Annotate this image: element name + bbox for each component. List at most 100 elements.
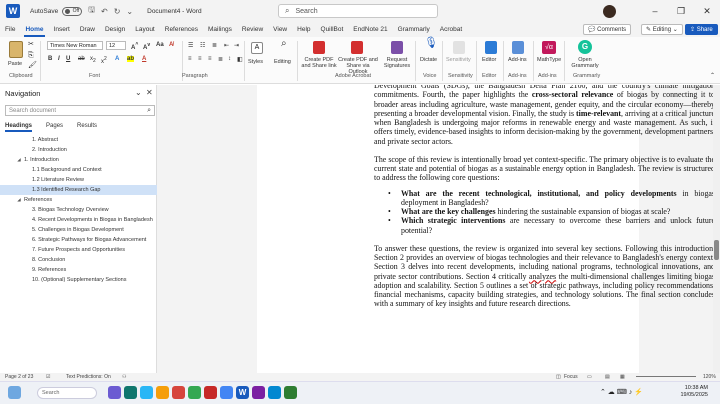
tab-draw[interactable]: Draw — [75, 22, 100, 37]
maximize-button[interactable]: ❐ — [668, 6, 694, 17]
paste-icon[interactable] — [9, 41, 23, 58]
close-button[interactable]: ✕ — [694, 6, 720, 17]
multilevel-list-icon[interactable]: ≣ — [212, 42, 217, 49]
nav-heading-item[interactable]: 2. Introduction — [0, 145, 157, 155]
clear-formatting-icon[interactable]: A̸ — [169, 42, 173, 48]
nav-heading-item[interactable]: ◢ 1. Introduction — [0, 155, 157, 165]
page-count[interactable]: Page 2 of 23 — [5, 374, 33, 380]
pdf-share-icon[interactable] — [313, 41, 325, 54]
focus-label[interactable]: Focus — [564, 374, 578, 380]
grammarly-icon[interactable]: G — [578, 40, 592, 54]
change-case-icon[interactable]: Aa — [156, 42, 164, 48]
highlight-icon[interactable]: ab — [127, 56, 135, 62]
numbering-icon[interactable]: ☷ — [200, 42, 205, 49]
document-body[interactable]: Development Goals (SDGs), the Bangladesh… — [374, 85, 713, 309]
zoom-level[interactable]: 120% — [703, 374, 716, 380]
nav-heading-item[interactable]: 1.2 Literature Review — [0, 175, 157, 185]
format-painter-icon[interactable]: 🖌 — [28, 62, 37, 69]
nav-heading-item[interactable]: 1.1 Background and Context — [0, 165, 157, 175]
styles-icon[interactable]: A — [251, 42, 263, 54]
autosave-toggle[interactable]: Off — [62, 6, 83, 16]
nav-options-icon[interactable]: ⌄ — [135, 88, 142, 97]
tab-file[interactable]: File — [0, 22, 20, 37]
editor-icon[interactable] — [485, 41, 497, 54]
underline-icon[interactable]: U — [66, 56, 70, 62]
paragraph-structure[interactable]: To answer these questions, the review is… — [374, 244, 713, 309]
line-spacing-icon[interactable]: ↕ — [228, 56, 231, 62]
cut-icon[interactable]: ✂ — [28, 41, 34, 48]
tab-mailings[interactable]: Mailings — [203, 22, 237, 37]
save-icon[interactable]: 🖫 — [88, 4, 95, 18]
share-button[interactable]: ⇪ Share — [685, 24, 718, 35]
search-box[interactable]: ⌕ Search — [278, 4, 438, 18]
tab-endnote[interactable]: EndNote 21 — [348, 22, 392, 37]
grow-font-icon[interactable]: A^ — [131, 42, 138, 51]
nav-tab-results[interactable]: Results — [77, 123, 97, 132]
font-name-select[interactable]: Times New Roman — [47, 41, 103, 50]
chrome-profile-icon[interactable] — [220, 386, 233, 399]
task-view-icon[interactable] — [108, 386, 121, 399]
file-explorer-icon[interactable] — [156, 386, 169, 399]
comments-button[interactable]: 💬 Comments — [583, 24, 632, 35]
print-layout-icon[interactable]: ▤ — [605, 374, 610, 380]
copy-icon[interactable]: ⎘ — [28, 52, 34, 59]
bold-icon[interactable]: B — [48, 56, 52, 62]
clock[interactable]: 10:38 AM 19/05/2025 — [680, 385, 708, 399]
collapse-triangle-icon[interactable]: ◢ — [16, 197, 22, 203]
photos-icon[interactable] — [140, 386, 153, 399]
request-signatures-icon[interactable] — [391, 41, 403, 54]
proofing-icon[interactable]: ☑ — [46, 374, 50, 380]
web-layout-icon[interactable]: ▦ — [620, 374, 625, 380]
editing-icon[interactable]: ⌕ — [281, 39, 287, 49]
font-color-icon[interactable]: A — [142, 56, 146, 62]
nav-heading-item[interactable]: 7. Future Prospects and Opportunities — [0, 245, 157, 255]
decrease-indent-icon[interactable]: ⇤ — [224, 42, 229, 49]
redo-icon[interactable]: ↻ — [114, 7, 121, 16]
tab-acrobat[interactable]: Acrobat — [435, 22, 467, 37]
shading-icon[interactable]: ◧ — [237, 56, 243, 63]
font-size-select[interactable]: 12 — [106, 41, 126, 50]
nav-heading-item[interactable]: 9. References — [0, 265, 157, 275]
superscript-icon[interactable]: x2 — [101, 56, 107, 65]
tab-insert[interactable]: Insert — [49, 22, 75, 37]
edge-browser-icon[interactable] — [124, 386, 137, 399]
nav-heading-item[interactable]: 6. Strategic Pathways for Biogas Advance… — [0, 235, 157, 245]
subscript-icon[interactable]: x2 — [90, 56, 96, 64]
nav-heading-item[interactable]: 1.3 Identified Research Gap — [0, 185, 157, 195]
italic-icon[interactable]: I — [58, 56, 60, 62]
taskbar-search[interactable]: Search — [37, 387, 97, 399]
text-effects-icon[interactable]: A — [115, 56, 119, 62]
nav-heading-item[interactable]: 8. Conclusion — [0, 255, 157, 265]
align-right-icon[interactable]: ≡ — [208, 56, 212, 62]
tab-references[interactable]: References — [160, 22, 203, 37]
brave-browser-icon[interactable] — [172, 386, 185, 399]
chrome-browser-icon[interactable] — [188, 386, 201, 399]
excel-icon[interactable] — [284, 386, 297, 399]
pdf-reader-icon[interactable] — [204, 386, 217, 399]
paragraph-significance[interactable]: Development Goals (SDGs), the Bangladesh… — [374, 85, 713, 146]
nav-close-icon[interactable]: ✕ — [146, 88, 153, 97]
nav-heading-item[interactable]: ◢ References — [0, 195, 157, 205]
addins-icon[interactable] — [512, 41, 524, 54]
align-left-icon[interactable]: ≡ — [188, 56, 192, 62]
mathtype-icon[interactable]: √α — [542, 41, 556, 54]
list-item[interactable]: Which strategic interventions are necess… — [374, 216, 713, 235]
read-mode-icon[interactable]: ▭ — [587, 374, 592, 380]
system-tray-icons[interactable]: ⌃ ☁ ⌨ ♪ ⚡ — [600, 388, 643, 396]
zoom-slider[interactable] — [636, 376, 696, 377]
vertical-scrollbar[interactable] — [713, 85, 720, 373]
increase-indent-icon[interactable]: ⇥ — [234, 42, 239, 49]
avatar[interactable] — [603, 4, 616, 18]
nav-heading-item[interactable]: 5. Challenges in Biogas Development — [0, 225, 157, 235]
nav-tab-headings[interactable]: Headings — [5, 123, 33, 132]
tab-quillbot[interactable]: QuillBot — [316, 22, 349, 37]
tab-layout[interactable]: Layout — [130, 22, 160, 37]
nav-heading-item[interactable]: 4. Recent Developments in Biogas in Bang… — [0, 215, 157, 225]
focus-icon[interactable]: ◫ — [556, 374, 561, 380]
undo-icon[interactable]: ↶ — [101, 7, 108, 16]
tab-grammarly[interactable]: Grammarly — [393, 22, 435, 37]
outlook-icon[interactable] — [268, 386, 281, 399]
word-taskbar-icon[interactable]: W — [236, 386, 249, 399]
text-predictions[interactable]: Text Predictions: On — [66, 374, 111, 380]
tab-view[interactable]: View — [268, 22, 292, 37]
